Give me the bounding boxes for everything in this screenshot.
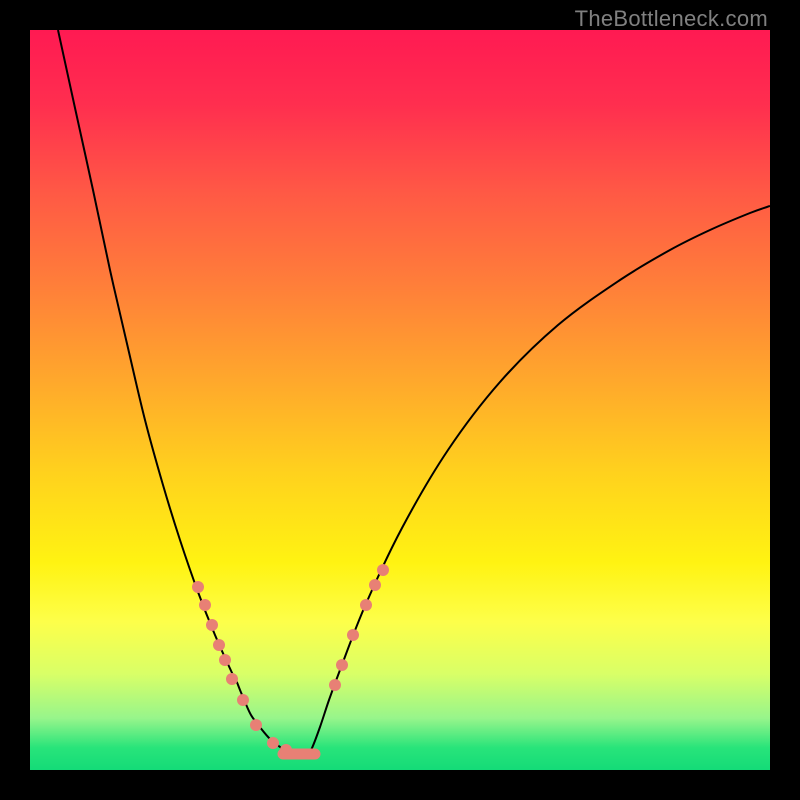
data-dot — [199, 599, 211, 611]
data-dot — [226, 673, 238, 685]
curves-svg — [30, 30, 770, 770]
data-dot — [377, 564, 389, 576]
data-dot — [336, 659, 348, 671]
chart-frame: TheBottleneck.com — [0, 0, 800, 800]
right-curve — [306, 206, 770, 757]
data-dot — [192, 581, 204, 593]
right-curve-path — [306, 206, 770, 757]
plot-area — [30, 30, 770, 770]
data-dot — [250, 719, 262, 731]
data-dot — [280, 744, 292, 756]
data-dot — [213, 639, 225, 651]
data-dot — [360, 599, 372, 611]
data-dot — [329, 679, 341, 691]
data-dot — [267, 737, 279, 749]
left-curve-path — [58, 30, 306, 757]
right-dot-cluster — [329, 564, 389, 691]
data-dot — [237, 694, 249, 706]
data-dot — [206, 619, 218, 631]
left-curve — [58, 30, 306, 757]
data-dot — [219, 654, 231, 666]
left-dot-cluster — [192, 581, 292, 756]
data-dot — [369, 579, 381, 591]
watermark-text: TheBottleneck.com — [575, 6, 768, 32]
data-dot — [347, 629, 359, 641]
